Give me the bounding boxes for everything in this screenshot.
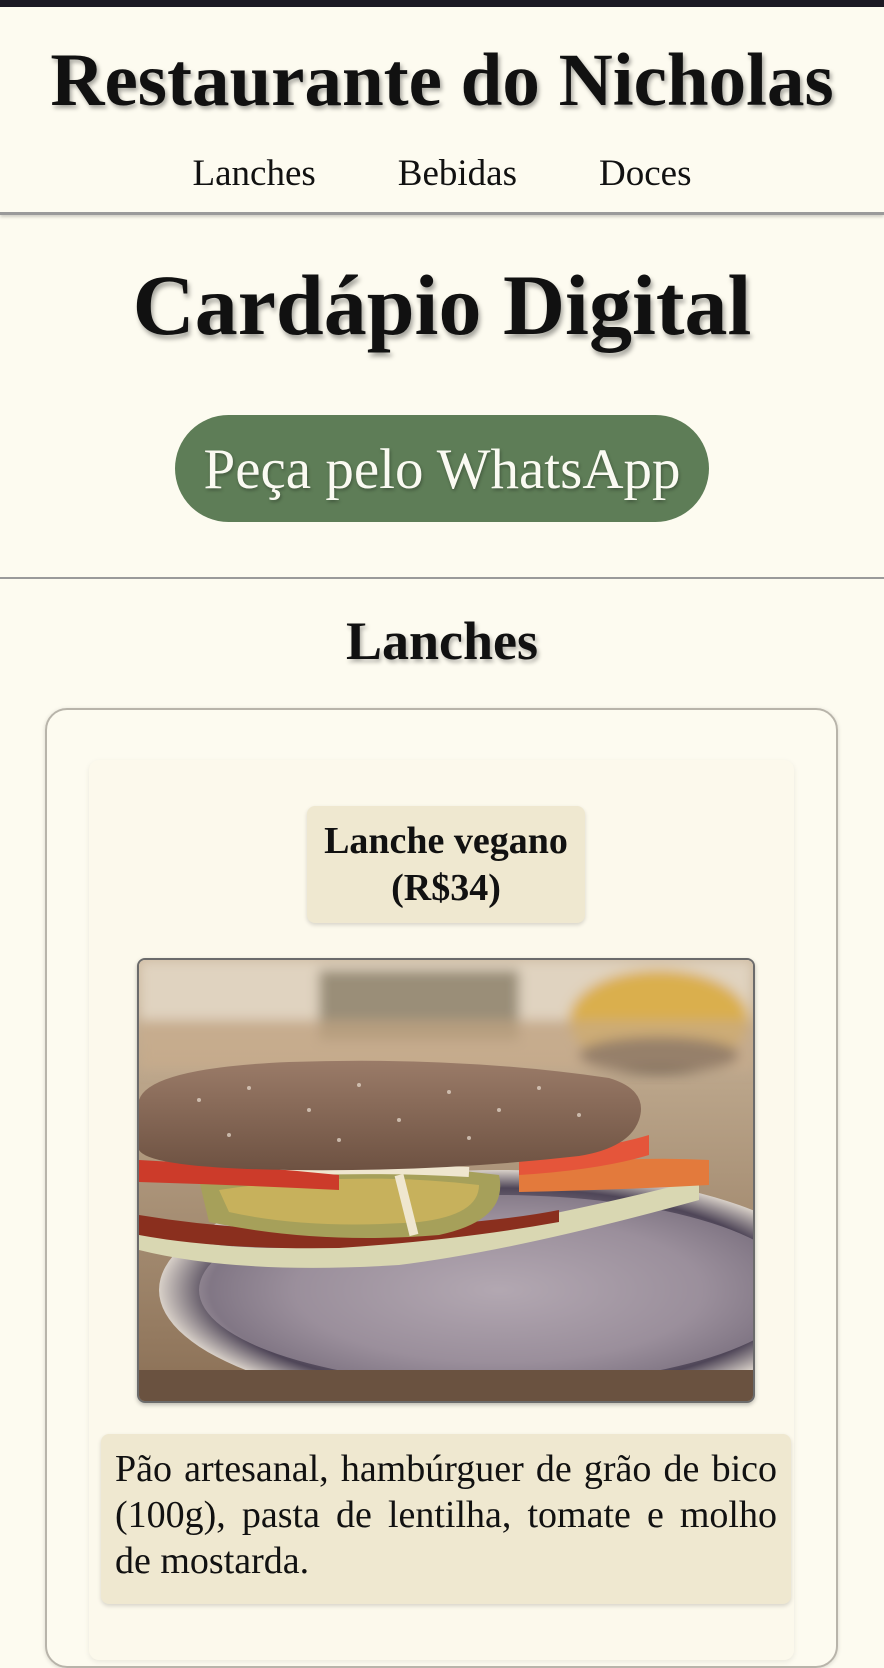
nav-link-lanches[interactable]: Lanches (152, 153, 357, 195)
site-header: Restaurante do Nicholas Lanches Bebidas … (0, 7, 884, 215)
menu-item-card: Lanche vegano (R$34) Pão artesanal, hamb… (89, 760, 794, 1660)
menu-container: Lanche vegano (R$34) Pão artesanal, hamb… (45, 708, 838, 1668)
nav-link-bebidas[interactable]: Bebidas (357, 153, 558, 195)
site-title: Restaurante do Nicholas (50, 39, 834, 122)
hero-section: Cardápio Digital Peça pelo WhatsApp (0, 215, 884, 579)
page-title: Cardápio Digital (132, 257, 752, 353)
sandwich-image (137, 958, 755, 1403)
item-price: (R$34) (391, 867, 501, 909)
item-name-label: Lanche vegano (R$34) (307, 806, 585, 923)
section-title: Lanches (345, 611, 539, 671)
whatsapp-order-button[interactable]: Peça pelo WhatsApp (175, 415, 709, 522)
top-bar (0, 0, 884, 7)
item-description: Pão artesanal, hambúrguer de grão de bic… (101, 1434, 791, 1604)
vegan-sandwich-photo-icon (139, 960, 753, 1401)
main-nav: Lanches Bebidas Doces (0, 153, 884, 195)
item-name: Lanche vegano (324, 820, 568, 862)
nav-link-doces[interactable]: Doces (558, 153, 732, 195)
menu-section-lanches: Lanches Lanche vegano (R$34) Pão artesan… (0, 579, 884, 1668)
